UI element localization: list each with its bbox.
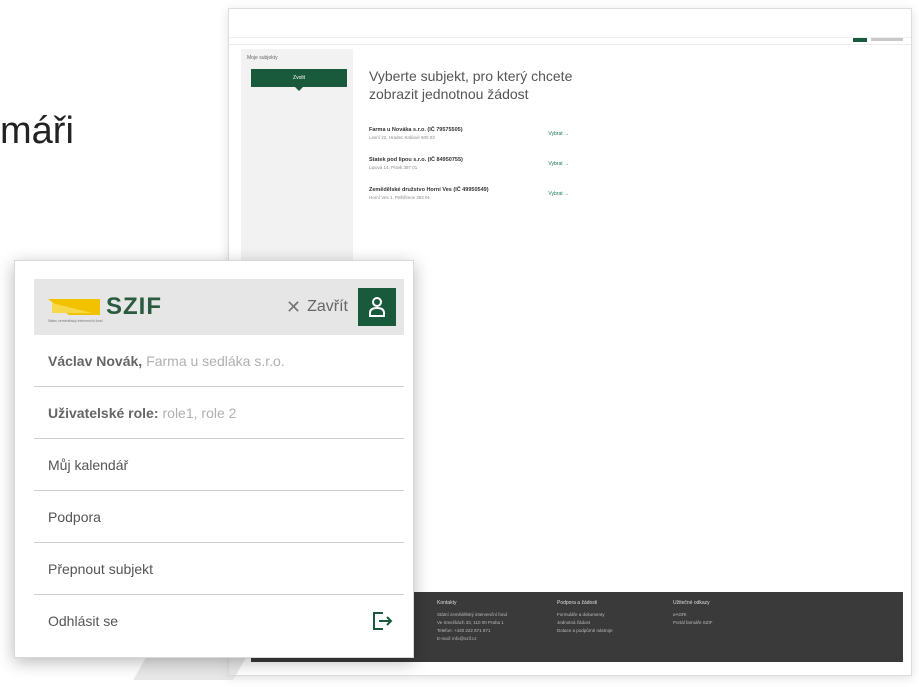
subject-select-link[interactable]: Vybrat → [548, 131, 569, 137]
close-icon: ✕ [286, 296, 302, 317]
user-name: Václav Novák, [48, 352, 143, 369]
desktop-sidebar: Moje subjekty Zvolit [241, 49, 353, 271]
device-shadow [133, 656, 247, 680]
subject-name: Farma u Nováka s.r.o. (IČ 79575505) [369, 127, 463, 133]
close-button[interactable]: ✕ Zavřít [286, 293, 348, 321]
user-roles-row: Uživatelské role: role1, role 2 [34, 387, 404, 439]
menu-item-switch-subject[interactable]: Přepnout subjekt [34, 543, 404, 595]
page-title: Vyberte subjekt, pro který chcete zobraz… [369, 68, 573, 102]
user-account-button[interactable] [358, 288, 396, 326]
footer-link[interactable]: Formuláře a dokumenty [557, 612, 613, 617]
subject-list: Farma u Nováka s.r.o. (IČ 79575505) Lesn… [369, 127, 569, 217]
subject-select-link[interactable]: Vybrat → [548, 191, 569, 197]
subject-item[interactable]: Zemědělské družstvo Horní Ves (IČ 499505… [369, 187, 569, 215]
footer-heading: Užitečné odkazy [673, 600, 710, 606]
logo-subtitle: Státní zemědělský intervenční fond [48, 319, 103, 323]
footer-link[interactable]: Jednotná žádost [557, 620, 613, 625]
menu-item-label: Můj kalendář [48, 456, 129, 473]
footer-link[interactable]: Dotace a podpůrné nástroje [557, 628, 613, 633]
footer-heading: Podpora a žádosti [557, 600, 598, 606]
footer-link[interactable]: Portál farmáře SZIF [673, 620, 713, 625]
subject-name: Zemědělské družstvo Horní Ves (IČ 499505… [369, 187, 489, 193]
footer-text: Telefon: +420 222 871 871 [437, 628, 491, 633]
roles-value: role1, role 2 [162, 404, 237, 421]
subject-name: Statek pod lipou s.r.o. (IČ 84950755) [369, 157, 463, 163]
user-company: Farma u sedláka s.r.o. [146, 352, 285, 369]
subject-item[interactable]: Statek pod lipou s.r.o. (IČ 84950755) Li… [369, 157, 569, 185]
footer-link[interactable]: E-mail: info@szif.cz [437, 636, 507, 641]
sidebar-select-button[interactable]: Zvolit [251, 69, 347, 91]
footer-heading: Kontakty [437, 600, 457, 606]
menu-item-label: Podpora [48, 508, 101, 525]
mobile-menu-panel: SZIF Státní zemědělský intervenční fond … [14, 260, 414, 658]
menu-item-label: Odhlásit se [48, 613, 119, 629]
mobile-header: SZIF Státní zemědělský intervenční fond … [34, 279, 404, 335]
topbar-user-menu[interactable] [871, 38, 903, 41]
mobile-menu-list: Václav Novák, Farma u sedláka s.r.o. Uži… [34, 335, 404, 647]
subject-address: Horní Ves 1, Pelhřimov 393 01 [369, 195, 431, 200]
desktop-topbar [229, 9, 911, 45]
footer-column-support: Podpora a žádosti Formuláře a dokumenty … [557, 600, 613, 636]
logout-icon [373, 612, 393, 630]
menu-item-label: Přepnout subjekt [48, 560, 154, 577]
menu-item-calendar[interactable]: Můj kalendář [34, 439, 404, 491]
footer-link[interactable]: eAGRI [673, 612, 713, 617]
footer-text: Ve Smečkách 33, 110 00 Praha 1 [437, 620, 504, 625]
user-icon [369, 297, 385, 317]
szif-logo[interactable]: SZIF Státní zemědělský intervenční fond [48, 289, 178, 325]
logo-text: SZIF [106, 293, 162, 320]
close-label: Zavřít [307, 298, 348, 315]
footer-column-links: Užitečné odkazy eAGRI Portál farmáře SZI… [673, 600, 713, 628]
topbar-brand-mark [853, 38, 867, 42]
menu-item-support[interactable]: Podpora [34, 491, 404, 543]
footer-link[interactable]: Státní zemědělský intervenční fond [437, 612, 507, 617]
footer-column-contacts: Kontakty Státní zemědělský intervenční f… [437, 600, 507, 644]
topbar-divider [229, 37, 911, 38]
subject-address: Lipová 14, Písek 397 01 [369, 165, 418, 170]
background-heading: máři [0, 110, 74, 152]
user-info-row: Václav Novák, Farma u sedláka s.r.o. [34, 335, 404, 387]
sidebar-label: Moje subjekty [247, 55, 278, 61]
subject-address: Lesní 22, Hradec Králové 500 03 [369, 135, 435, 140]
roles-label: Uživatelské role: [48, 404, 159, 421]
subject-item[interactable]: Farma u Nováka s.r.o. (IČ 79575505) Lesn… [369, 127, 569, 155]
menu-item-logout[interactable]: Odhlásit se [34, 595, 404, 647]
subject-select-link[interactable]: Vybrat → [548, 161, 569, 167]
